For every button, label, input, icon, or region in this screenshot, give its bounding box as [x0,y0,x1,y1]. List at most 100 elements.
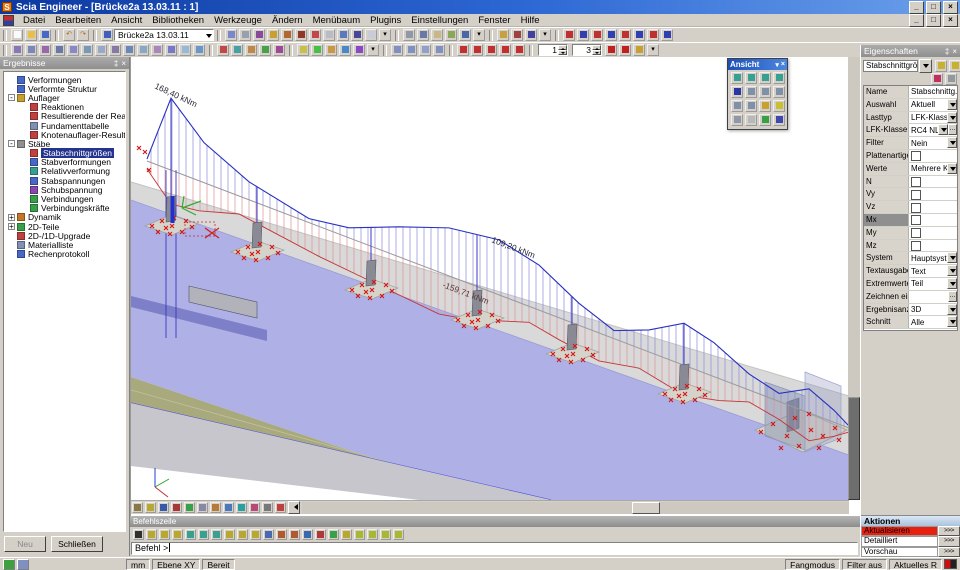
document-icon[interactable] [323,29,335,41]
result-verformte-struktur[interactable]: Verformte Struktur [4,84,125,93]
send-icon[interactable] [239,29,251,41]
window-control--[interactable]: × [943,1,958,14]
action-execute-button[interactable]: >>> [938,547,960,557]
chevron-down-icon[interactable] [938,124,948,135]
arc-tool-icon[interactable] [172,529,183,540]
chevron-down-icon[interactable] [947,99,957,110]
line-tool-icon[interactable] [146,529,157,540]
prop-textausgabe[interactable]: Textausgabe Text [864,265,957,278]
zoom-selection-icon[interactable] [745,100,757,112]
close-icon[interactable]: × [952,47,957,56]
zoom-out-icon[interactable] [773,86,785,98]
menu-werkzeuge[interactable]: Werkzeuge [209,15,267,26]
prop-werte[interactable]: Werte Mehrere Ko [864,163,957,176]
property-value[interactable]: LFK-Klasse [909,112,957,124]
dropdown-icon[interactable]: ▾ [367,44,379,56]
ortho-icon[interactable] [315,529,326,540]
layers-view-icon[interactable] [262,502,273,513]
result-knotenauflager-resultierende[interactable]: Knotenauflager-Resultierende [4,130,125,139]
chevron-down-icon[interactable] [947,304,957,315]
ellipsis-button[interactable]: ... [948,291,957,302]
grid-tool-icon[interactable] [237,529,248,540]
dropdown-icon[interactable]: ▾ [647,44,659,56]
tree-expand-icon[interactable]: + [8,214,15,221]
scale-spinner-1[interactable]: 1 [538,44,568,56]
prop-lfk-klasse[interactable]: LFK-Klasse RC4 NLA ... [864,124,957,137]
viewport-hscrollbar[interactable] [302,502,849,514]
display-icon[interactable] [225,29,237,41]
concrete-icon[interactable] [109,44,121,56]
filter-funnel-icon[interactable] [935,60,947,72]
view-dir-icon[interactable] [210,502,221,513]
tree-expand-icon[interactable]: - [8,140,15,147]
link-icon[interactable] [297,44,309,56]
dropdown-icon[interactable]: ▾ [473,29,485,41]
document-window-icon[interactable] [3,15,14,26]
chevron-down-icon[interactable] [947,252,957,263]
annotate-icon[interactable] [325,44,337,56]
prop-my[interactable]: My [864,227,957,240]
prop-name[interactable]: Name Stabschnittg... [864,86,957,99]
chevron-down-icon[interactable] [947,265,957,276]
action-aktualisieren[interactable]: Aktualisieren >>> [861,526,960,536]
undo-icon[interactable]: ↶ [63,29,75,41]
render-icon[interactable] [295,29,307,41]
prop-extremwerte[interactable]: Extremwerte Teil [864,278,957,291]
redo-icon[interactable]: ↷ [77,29,89,41]
menu-hilfe[interactable]: Hilfe [516,15,545,26]
render-mode-icon[interactable] [236,502,247,513]
check-icon[interactable] [137,44,149,56]
property-value[interactable]: 3D [909,304,957,316]
property-value[interactable]: ... [909,291,957,303]
filter-edit-icon[interactable] [949,60,960,72]
property-value[interactable] [909,150,957,162]
db3-icon[interactable] [380,529,391,540]
image-icon[interactable] [281,29,293,41]
zoom-plus-icon[interactable] [158,502,169,513]
menu-menübaum[interactable]: Menübaum [308,15,366,26]
view-front-icon[interactable] [745,72,757,84]
snap-icon[interactable] [302,529,313,540]
menu-plugins[interactable]: Plugins [365,15,406,26]
db2-icon[interactable] [367,529,378,540]
menu-ändern[interactable]: Ändern [267,15,308,26]
mesh-icon[interactable] [525,29,537,41]
chevron-down-icon[interactable] [947,163,957,174]
prop-ergebnisanz-[interactable]: Ergebnisanz... 3D [864,304,957,317]
vscroll-thumb[interactable] [848,397,860,500]
zoom-window-icon[interactable] [745,86,757,98]
select-icon[interactable] [132,502,143,513]
ellipsis-button[interactable]: ... [948,124,957,135]
checkbox[interactable] [911,190,921,200]
prop-auswahl[interactable]: Auswahl Aktuell [864,99,957,112]
menu-bibliotheken[interactable]: Bibliotheken [147,15,209,26]
window-new-icon[interactable] [419,44,431,56]
result-verbindungskräfte[interactable]: Verbindungskräfte [4,204,125,213]
property-value[interactable] [909,188,957,200]
close-button[interactable]: Schließen [51,536,103,552]
light-icon[interactable] [773,100,785,112]
prop-n[interactable]: N [864,176,957,189]
rotate-icon[interactable] [259,44,271,56]
document-preview-icon[interactable] [431,29,443,41]
property-value[interactable]: Stabschnittg... [909,86,957,98]
project-combo[interactable]: Brücke2a 13.03.11 [114,29,214,41]
window-control--[interactable]: □ [926,14,941,27]
chevron-down-icon[interactable]: ▾ [775,61,779,69]
ansicht-palette-header[interactable]: Ansicht ▾ × [728,59,787,70]
menu-datei[interactable]: Datei [18,15,50,26]
scale-spinner-2[interactable]: 3 [572,44,602,56]
prop-plattenartiger-[interactable]: Plattenartiger... [864,150,957,163]
seismic-icon[interactable] [95,44,107,56]
node-icon[interactable] [165,44,177,56]
close-icon[interactable]: × [121,59,126,68]
action-execute-button[interactable]: >>> [938,536,960,546]
db1-icon[interactable] [354,529,365,540]
window-cascade-icon[interactable] [405,44,417,56]
chevron-down-icon[interactable] [947,278,957,289]
prop-mz[interactable]: Mz [864,240,957,253]
parallel-icon[interactable] [471,44,483,56]
ansicht-palette[interactable]: Ansicht ▾ × [727,58,788,130]
command-input[interactable]: Befehl > [131,542,858,555]
steel-icon[interactable] [123,44,135,56]
